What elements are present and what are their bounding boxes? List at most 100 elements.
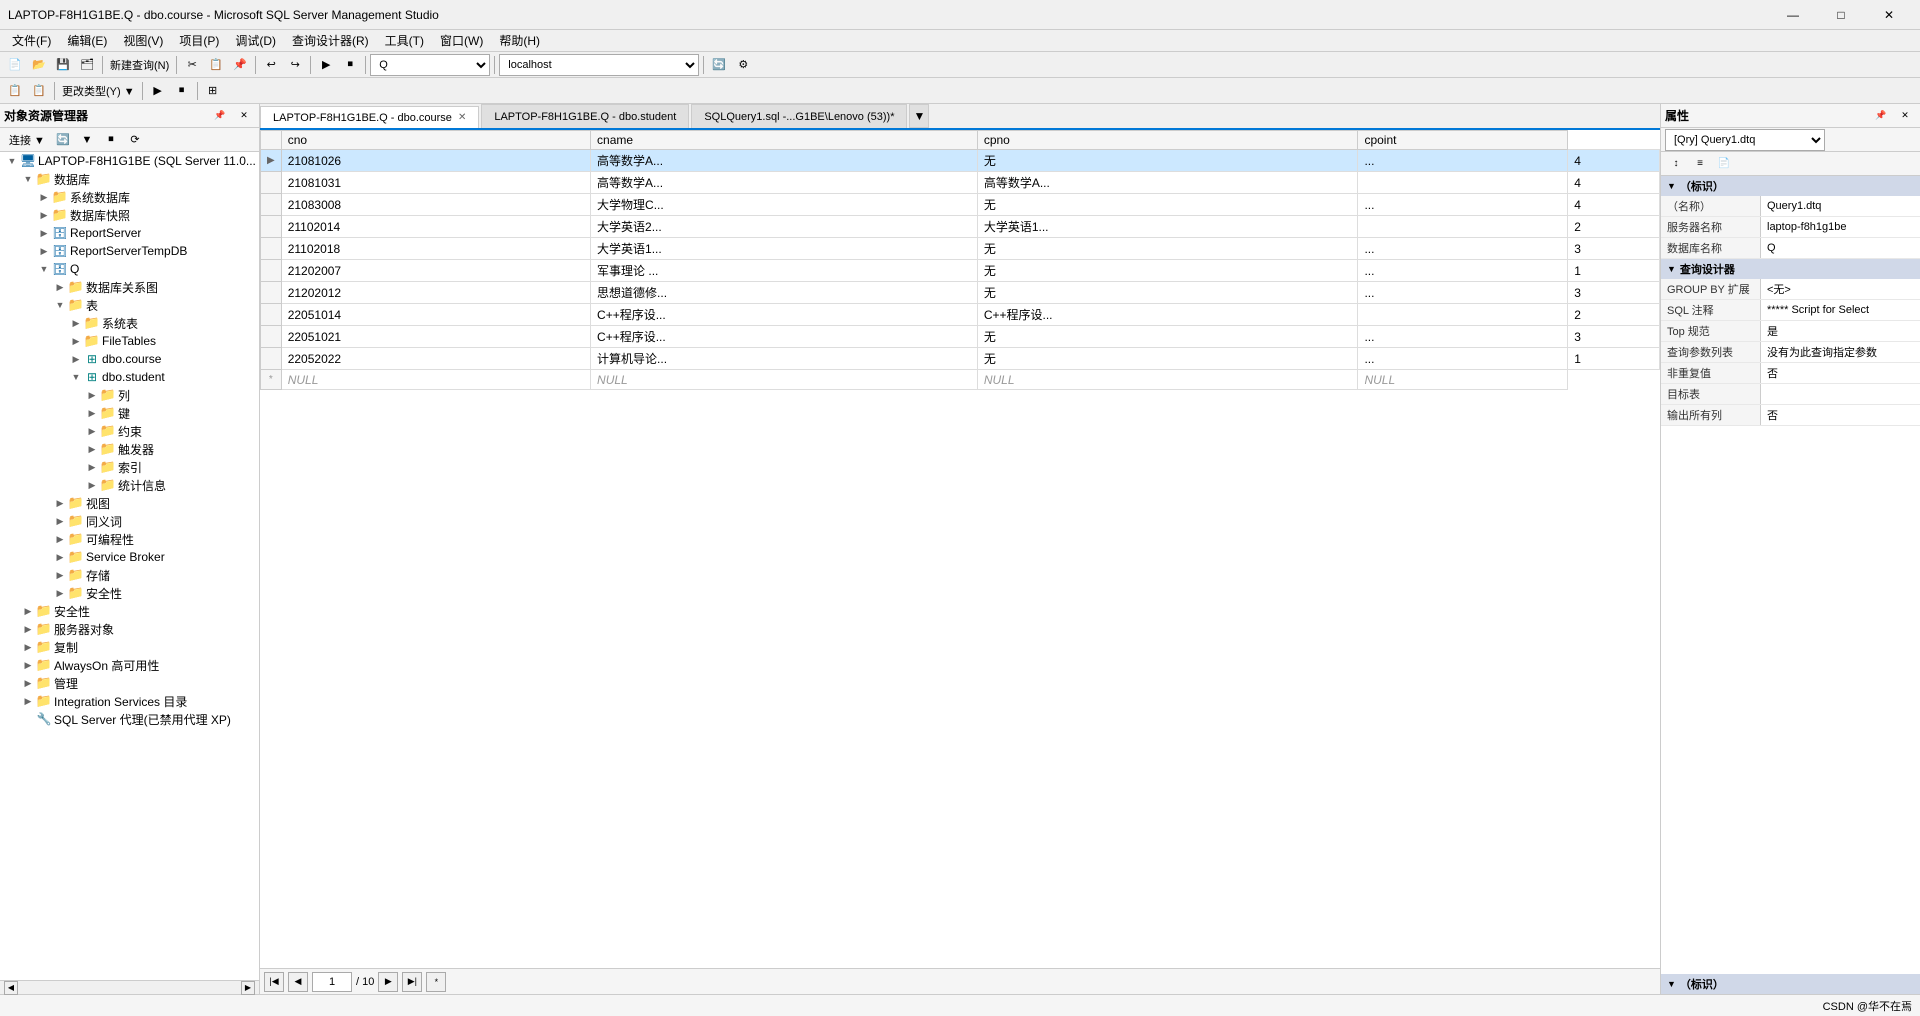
cell-cno[interactable]: 21102014: [281, 216, 590, 238]
cell-cname[interactable]: 高等数学A...: [591, 150, 978, 172]
cell-cname[interactable]: 军事理论 ...: [591, 260, 978, 282]
stop-button[interactable]: ⏹: [339, 54, 361, 76]
tab-course[interactable]: LAPTOP-F8H1G1BE.Q - dbo.course ✕: [260, 106, 479, 130]
grid-new-row[interactable]: * NULL NULL NULL NULL: [261, 370, 1660, 390]
table-row[interactable]: 21102014 大学英语2... 大学英语1... 2: [261, 216, 1660, 238]
new-cell-cno[interactable]: NULL: [281, 370, 590, 390]
prop-targettable-value[interactable]: [1761, 384, 1920, 404]
props-sort-az[interactable]: ↕: [1665, 153, 1687, 175]
toolbar2-btn3[interactable]: ⏹: [171, 80, 193, 102]
table-row[interactable]: 22052022 计算机导论... 无 ... 1: [261, 348, 1660, 370]
prop-db-value[interactable]: Q: [1761, 238, 1920, 258]
redo-button[interactable]: ↪: [284, 54, 306, 76]
menu-file[interactable]: 文件(F): [4, 30, 59, 51]
tree-node-dbo-course[interactable]: ▶ ⊞ dbo.course: [0, 350, 259, 368]
menu-window[interactable]: 窗口(W): [432, 30, 491, 51]
cut-button[interactable]: ✂: [181, 54, 203, 76]
cell-cpno[interactable]: 无: [977, 348, 1358, 370]
cell-cno[interactable]: 21202007: [281, 260, 590, 282]
tree-node-constraint[interactable]: ▶ 📁 约束: [0, 422, 259, 440]
cell-cpoint[interactable]: 2: [1568, 216, 1660, 238]
new-cell-cpoint[interactable]: NULL: [1358, 370, 1568, 390]
cell-cpoint[interactable]: 4: [1568, 150, 1660, 172]
cell-cpno2[interactable]: ...: [1358, 326, 1568, 348]
cell-cpno2[interactable]: ...: [1358, 238, 1568, 260]
right-panel-close[interactable]: ✕: [1894, 108, 1916, 124]
cell-cpno[interactable]: C++程序设...: [977, 304, 1358, 326]
prop-distinct-value[interactable]: 否: [1761, 363, 1920, 383]
tab-sqlquery[interactable]: SQLQuery1.sql -...G1BE\Lenovo (53))*: [691, 104, 907, 128]
cell-cname[interactable]: C++程序设...: [591, 326, 978, 348]
undo-button[interactable]: ↩: [260, 54, 282, 76]
nav-refresh[interactable]: *: [426, 972, 446, 992]
close-button[interactable]: ✕: [1866, 0, 1912, 30]
menu-project[interactable]: 项目(P): [171, 30, 227, 51]
cell-cname[interactable]: 大学物理C...: [591, 194, 978, 216]
cell-cpoint[interactable]: 3: [1568, 238, 1660, 260]
panel-close[interactable]: ✕: [233, 108, 255, 124]
tree-node-security[interactable]: ▶ 📁 安全性: [0, 602, 259, 620]
tree-node-storage[interactable]: ▶ 📁 存储: [0, 566, 259, 584]
cell-cno[interactable]: 21083008: [281, 194, 590, 216]
tree-node-key[interactable]: ▶ 📁 键: [0, 404, 259, 422]
tree-node-synonyms[interactable]: ▶ 📁 同义词: [0, 512, 259, 530]
new-cell-cpno[interactable]: NULL: [977, 370, 1358, 390]
scroll-left-button[interactable]: ◀: [4, 981, 18, 995]
table-row[interactable]: 21081031 高等数学A... 高等数学A... 4: [261, 172, 1660, 194]
save-button[interactable]: 💾: [52, 54, 74, 76]
tree-node-reportserver[interactable]: ▶ 🗄 ReportServer: [0, 224, 259, 242]
cell-cpno[interactable]: 无: [977, 326, 1358, 348]
cell-cpno2[interactable]: ...: [1358, 194, 1568, 216]
tree-node-serverobjects[interactable]: ▶ 📁 服务器对象: [0, 620, 259, 638]
table-row[interactable]: 21202012 思想道德修... 无 ... 3: [261, 282, 1660, 304]
server-dropdown[interactable]: localhost: [499, 54, 699, 76]
tree-node-security-q[interactable]: ▶ 📁 安全性: [0, 584, 259, 602]
tree-node-programmability[interactable]: ▶ 📁 可编程性: [0, 530, 259, 548]
cell-cpno[interactable]: 无: [977, 260, 1358, 282]
cell-cno[interactable]: 21081031: [281, 172, 590, 194]
cell-cpno[interactable]: 高等数学A...: [977, 172, 1358, 194]
refresh-button[interactable]: 🔄: [708, 54, 730, 76]
save-all-button[interactable]: 🗂: [76, 54, 98, 76]
nav-first[interactable]: |◀: [264, 972, 284, 992]
prop-sqlcomment-value[interactable]: ***** Script for Select: [1761, 300, 1920, 320]
cell-cname[interactable]: C++程序设...: [591, 304, 978, 326]
maximize-button[interactable]: □: [1818, 0, 1864, 30]
prop-server-value[interactable]: laptop-f8h1g1be: [1761, 217, 1920, 237]
tree-node-filetables[interactable]: ▶ 📁 FileTables: [0, 332, 259, 350]
tree-node-databases[interactable]: ▼ 📁 数据库: [0, 170, 259, 188]
connect-button[interactable]: 连接 ▼: [4, 129, 50, 151]
scroll-right-button[interactable]: ▶: [241, 981, 255, 995]
cell-cno[interactable]: 21202012: [281, 282, 590, 304]
props-section-identity-bottom[interactable]: ▼ （标识）: [1661, 974, 1920, 994]
tree-node-q[interactable]: ▼ 🗄 Q: [0, 260, 259, 278]
table-row[interactable]: ▶ 21081026 高等数学A... 无 ... 4: [261, 150, 1660, 172]
cell-cpoint[interactable]: 4: [1568, 172, 1660, 194]
prop-groupby-value[interactable]: <无>: [1761, 279, 1920, 299]
new-query-button[interactable]: 新建查询(N): [107, 54, 172, 76]
cell-cpoint[interactable]: 2: [1568, 304, 1660, 326]
paste-button[interactable]: 📌: [229, 54, 251, 76]
prop-outputall-value[interactable]: 否: [1761, 405, 1920, 425]
cell-cpno[interactable]: 大学英语1...: [977, 216, 1358, 238]
toolbar2-grid[interactable]: ⊞: [202, 80, 224, 102]
menu-view[interactable]: 视图(V): [115, 30, 171, 51]
toolbar2-btn2[interactable]: 📋: [28, 80, 50, 102]
tree-node-reportservertempdb[interactable]: ▶ 🗄 ReportServerTempDB: [0, 242, 259, 260]
nav-next[interactable]: ▶: [378, 972, 398, 992]
cell-cname[interactable]: 大学英语2...: [591, 216, 978, 238]
tree-node-dbdiagram[interactable]: ▶ 📁 数据库关系图: [0, 278, 259, 296]
cell-cpno2[interactable]: ...: [1358, 260, 1568, 282]
prop-queryparams-value[interactable]: 没有为此查询指定参数: [1761, 342, 1920, 362]
query-selector[interactable]: [Qry] Query1.dtq: [1665, 129, 1825, 151]
tree-node-sysdbs[interactable]: ▶ 📁 系统数据库: [0, 188, 259, 206]
sync-button[interactable]: ⟳: [124, 129, 146, 151]
toolbar2-btn1[interactable]: 📋: [4, 80, 26, 102]
cell-cno[interactable]: 22051021: [281, 326, 590, 348]
tree-node-servicebroker[interactable]: ▶ 📁 Service Broker: [0, 548, 259, 566]
refresh-tree-button[interactable]: 🔄: [52, 129, 74, 151]
grid-area[interactable]: cno cname cpno cpoint ▶ 21081026 高等数学A..…: [260, 130, 1660, 968]
tree-node-dbo-student[interactable]: ▼ ⊞ dbo.student: [0, 368, 259, 386]
props-pages[interactable]: 📄: [1713, 153, 1735, 175]
tree-node-alwayson[interactable]: ▶ 📁 AlwaysOn 高可用性: [0, 656, 259, 674]
